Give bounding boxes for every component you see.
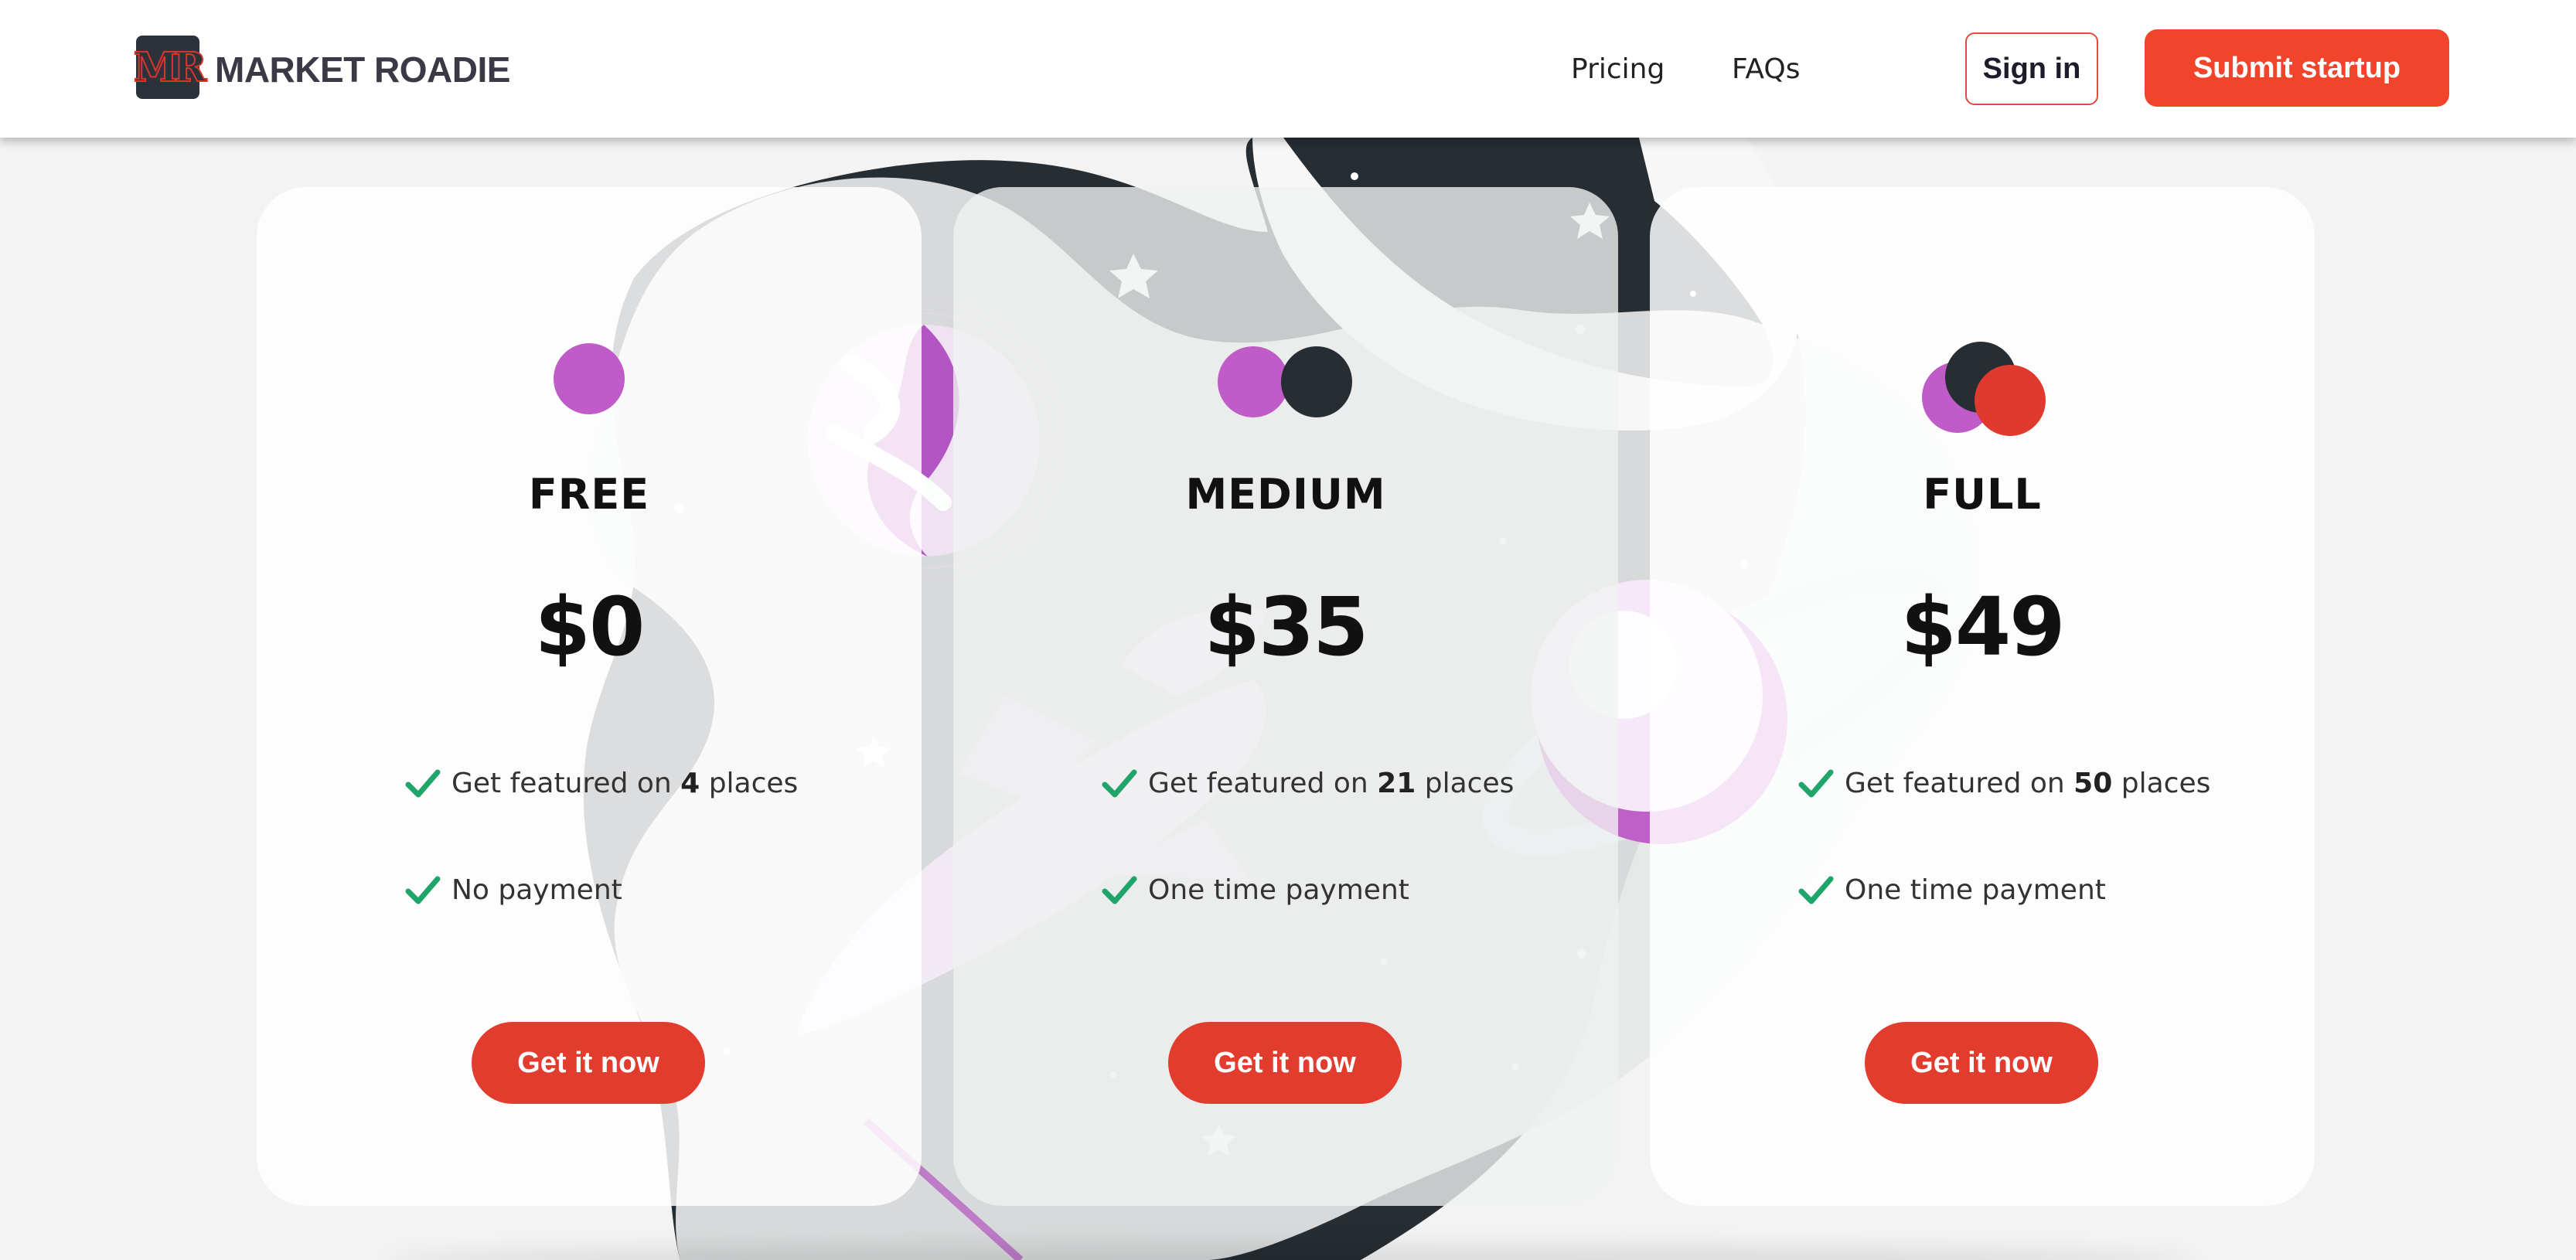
pricing-card-full: FULL $49 Get featured on 50 places One t… xyxy=(1650,187,2315,1206)
plan-feature: No payment xyxy=(405,869,622,912)
plan-name: MEDIUM xyxy=(1185,470,1386,519)
feature-count: 21 xyxy=(1377,768,1416,799)
pricing-card-free: FREE $0 Get featured on 4 places No paym… xyxy=(257,187,922,1206)
get-it-now-button-full[interactable]: Get it now xyxy=(1865,1022,2098,1104)
submit-startup-button[interactable]: Submit startup xyxy=(2145,29,2449,107)
check-icon xyxy=(405,876,441,904)
plan-feature: One time payment xyxy=(1102,869,1409,912)
check-icon xyxy=(1102,769,1137,798)
nav-faqs-link[interactable]: FAQs xyxy=(1732,48,1801,91)
feature-text: One time payment xyxy=(1148,874,1409,906)
get-it-now-button-free[interactable]: Get it now xyxy=(472,1022,705,1104)
nav-pricing-link[interactable]: Pricing xyxy=(1571,48,1665,91)
check-icon xyxy=(1798,876,1834,904)
brand-name[interactable]: MARKET ROADIE xyxy=(215,48,510,91)
sign-in-button[interactable]: Sign in xyxy=(1965,32,2098,105)
logo-letters: MR xyxy=(133,43,208,92)
plan-price: $49 xyxy=(1900,580,2065,674)
plan-feature: Get featured on 4 places xyxy=(405,762,798,805)
feature-text: One time payment xyxy=(1845,874,2106,906)
feature-text: No payment xyxy=(451,874,622,906)
logo-icon[interactable]: MR xyxy=(133,36,207,99)
feature-text-suffix: places xyxy=(1424,768,1515,799)
feature-text: Get featured on xyxy=(451,768,672,799)
plan-price: $0 xyxy=(534,580,646,674)
plan-dots-icon xyxy=(1922,342,2046,436)
plan-price: $35 xyxy=(1204,580,1368,674)
feature-count: 50 xyxy=(2073,768,2113,799)
plan-feature: Get featured on 21 places xyxy=(1102,762,1514,805)
top-navbar: MR MARKET ROADIE Pricing FAQs Sign in Su… xyxy=(0,0,2576,138)
feature-text: Get featured on xyxy=(1148,768,1368,799)
plan-dots-icon xyxy=(554,343,625,414)
plan-feature: One time payment xyxy=(1798,869,2106,912)
plan-name: FREE xyxy=(528,470,650,519)
feature-text: Get featured on xyxy=(1845,768,2065,799)
get-it-now-button-medium[interactable]: Get it now xyxy=(1168,1022,1402,1104)
plan-feature: Get featured on 50 places xyxy=(1798,762,2210,805)
check-icon xyxy=(405,769,441,798)
pricing-card-medium: MEDIUM $35 Get featured on 21 places One… xyxy=(953,187,1618,1206)
check-icon xyxy=(1102,876,1137,904)
feature-count: 4 xyxy=(680,768,700,799)
plan-dots-icon xyxy=(1218,346,1352,417)
feature-text-suffix: places xyxy=(708,768,799,799)
feature-text-suffix: places xyxy=(2121,768,2211,799)
check-icon xyxy=(1798,769,1834,798)
plan-name: FULL xyxy=(1923,470,2042,519)
